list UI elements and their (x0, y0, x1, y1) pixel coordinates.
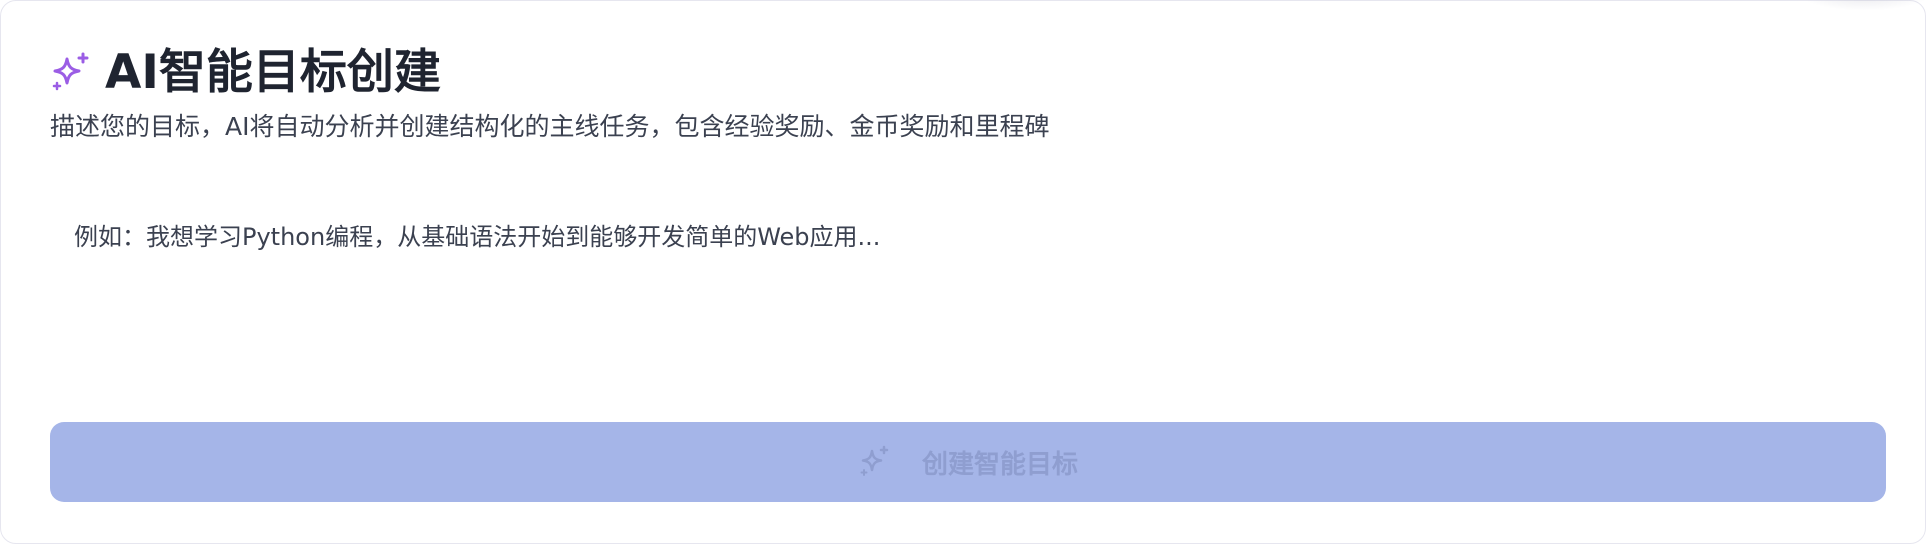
ai-goal-card: AI智能目标创建 描述您的目标，AI将自动分析并创建结构化的主线任务，包含经验奖… (0, 0, 1928, 544)
corner-shadow (1795, 0, 1928, 11)
sparkles-icon (858, 445, 892, 479)
create-smart-goal-button[interactable]: 创建智能目标 (50, 422, 1886, 502)
card-header: AI智能目标创建 (49, 45, 441, 101)
goal-description-input[interactable] (50, 201, 1886, 381)
sparkles-icon (49, 51, 93, 95)
page-subtitle: 描述您的目标，AI将自动分析并创建结构化的主线任务，包含经验奖励、金币奖励和里程… (50, 112, 1050, 141)
page-title: AI智能目标创建 (105, 45, 441, 100)
create-button-label: 创建智能目标 (921, 449, 1078, 480)
